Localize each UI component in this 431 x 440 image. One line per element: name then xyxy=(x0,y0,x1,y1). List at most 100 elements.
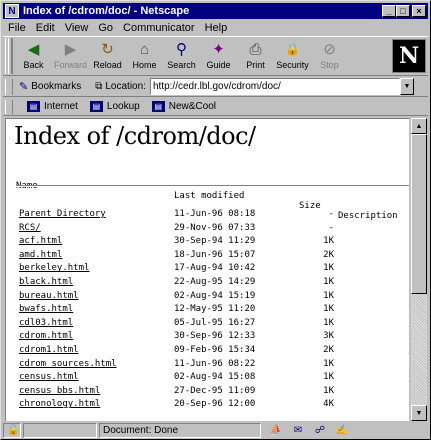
menu-go[interactable]: Go xyxy=(93,22,118,34)
netscape-app-icon[interactable]: N xyxy=(5,4,19,18)
menu-help[interactable]: Help xyxy=(200,22,233,34)
file-size: 1K xyxy=(323,385,334,396)
toolbar-grip[interactable] xyxy=(5,38,13,74)
modified-date: 22-Aug-95 14:29 xyxy=(174,276,256,287)
file-size: 4K xyxy=(323,399,334,410)
back-icon: ◀ xyxy=(27,41,40,58)
file-size: 1K xyxy=(323,263,334,274)
page-proxy-icon[interactable]: ⧉ xyxy=(95,81,102,92)
file-link[interactable]: black.html xyxy=(19,277,73,287)
navigator-icon[interactable]: ⛵ xyxy=(267,424,285,437)
back-button[interactable]: ◀ Back xyxy=(15,37,52,75)
reload-button[interactable]: ↻ Reload xyxy=(89,37,126,75)
title-bar[interactable]: N Index of /cdrom/doc/ - Netscape _ □ × xyxy=(3,3,428,19)
file-link[interactable]: bureau.html xyxy=(19,291,79,301)
menu-file[interactable]: File xyxy=(3,22,31,34)
menu-communicator[interactable]: Communicator xyxy=(118,22,200,34)
url-input[interactable] xyxy=(149,78,400,95)
location-toolbar-grip[interactable] xyxy=(5,78,13,95)
modified-date: 12-May-95 11:20 xyxy=(174,304,256,315)
mail-icon[interactable]: ✉ xyxy=(289,424,307,437)
netscape-logo[interactable]: N xyxy=(392,39,426,73)
file-link[interactable]: Parent Directory xyxy=(19,209,106,219)
listing-row: chronology.html 20-Sep-96 12:00 4K xyxy=(6,399,409,413)
file-size: 1K xyxy=(323,372,334,383)
personal-item-lookup[interactable]: ▤ Lookup xyxy=(89,101,140,112)
menu-edit[interactable]: Edit xyxy=(31,22,60,34)
listing-row: bureau.html 02-Aug-94 15:19 1K xyxy=(6,291,409,305)
column-header-modified: Last modified xyxy=(174,191,245,201)
window-title: Index of /cdrom/doc/ - Netscape xyxy=(23,5,190,17)
security-status-icon[interactable]: 🔓 xyxy=(3,423,21,438)
home-icon: ⌂ xyxy=(139,40,150,58)
modified-date: 11-Jun-96 08:18 xyxy=(174,209,256,219)
close-button[interactable]: × xyxy=(412,5,426,17)
home-button[interactable]: ⌂ Home xyxy=(126,37,163,75)
status-bar: 🔓 Document: Done ⛵ ✉ ☍ ✍ xyxy=(3,422,428,439)
file-size: 1K xyxy=(323,236,334,247)
browser-window: N Index of /cdrom/doc/ - Netscape _ □ × … xyxy=(0,0,431,440)
scroll-thumb[interactable] xyxy=(411,134,427,294)
folder-icon: ▤ xyxy=(151,101,165,112)
file-link[interactable]: chronology.html xyxy=(19,399,100,409)
search-icon: ⚲ xyxy=(176,41,187,58)
progress-area xyxy=(23,423,97,438)
header-divider xyxy=(16,185,409,187)
folder-icon: ▤ xyxy=(89,101,103,112)
scroll-down-button[interactable]: ▼ xyxy=(411,405,427,421)
print-icon: ⎙ xyxy=(249,40,262,58)
vertical-scrollbar[interactable]: ▲ ▼ xyxy=(411,118,427,421)
file-link[interactable]: cdrom.html xyxy=(19,331,73,341)
location-label: ⧉ Location: xyxy=(95,81,146,92)
file-link[interactable]: cdl03.html xyxy=(19,318,73,328)
listing-row: Parent Directory 11-Jun-96 08:18 - xyxy=(6,209,409,223)
print-button[interactable]: ⎙ Print xyxy=(237,37,274,75)
file-link[interactable]: RCS/ xyxy=(19,223,41,233)
status-text: Document: Done xyxy=(99,423,261,438)
modified-date: 30-Sep-94 11:29 xyxy=(174,236,256,247)
modified-date: 30-Sep-96 12:33 xyxy=(174,331,256,342)
personal-toolbar-grip[interactable] xyxy=(5,99,13,114)
lock-icon: 🔒 xyxy=(285,42,300,56)
composer-icon[interactable]: ✍ xyxy=(333,424,351,437)
personal-item-new-and-cool[interactable]: ▤ New&Cool xyxy=(151,101,216,112)
file-link[interactable]: acf.html xyxy=(19,236,62,246)
file-link[interactable]: cdrom1.html xyxy=(19,345,79,355)
modified-date: 27-Dec-95 11:09 xyxy=(174,385,256,396)
security-button[interactable]: 🔒 Security xyxy=(274,37,311,75)
file-link[interactable]: bwafs.html xyxy=(19,304,73,314)
file-size: 1K xyxy=(323,304,334,315)
bookmarks-button[interactable]: ✎ Bookmarks xyxy=(19,80,81,93)
listing-row: acf.html 30-Sep-94 11:29 1K xyxy=(6,236,409,250)
file-size: - xyxy=(328,222,334,233)
search-button[interactable]: ⚲ Search xyxy=(163,37,200,75)
file-link[interactable]: berkeley.html xyxy=(19,263,89,273)
modified-date: 20-Sep-96 12:00 xyxy=(174,399,256,410)
minimize-button[interactable]: _ xyxy=(382,5,396,17)
discussion-icon[interactable]: ☍ xyxy=(311,424,329,437)
url-history-dropdown[interactable]: ▼ xyxy=(399,78,414,95)
file-link[interactable]: amd.html xyxy=(19,250,62,260)
file-link[interactable]: census_bbs.html xyxy=(19,386,100,396)
file-listing: Parent Directory 11-Jun-96 08:18- RCS/29-N… xyxy=(6,209,409,413)
file-link[interactable]: census.html xyxy=(19,372,79,382)
listing-row: census.html 02-Aug-94 15:08 1K xyxy=(6,372,409,386)
menu-view[interactable]: View xyxy=(60,22,94,34)
bookmarks-icon: ✎ xyxy=(19,81,29,93)
stop-button[interactable]: ⊘ Stop xyxy=(311,37,348,75)
scroll-up-button[interactable]: ▲ xyxy=(411,118,427,134)
maximize-button[interactable]: □ xyxy=(396,5,410,17)
menu-bar: File Edit View Go Communicator Help xyxy=(3,20,428,36)
guide-button[interactable]: ✦ Guide xyxy=(200,37,237,75)
listing-row: amd.html 18-Jun-96 15:07 2K xyxy=(6,250,409,264)
file-link[interactable]: cdrom_sources.html xyxy=(19,359,117,369)
file-size: 1K xyxy=(323,358,334,369)
forward-icon: ▶ xyxy=(64,41,77,58)
personal-item-internet[interactable]: ▤ Internet xyxy=(27,101,78,112)
listing-row: census_bbs.html 27-Dec-95 11:09 1K xyxy=(6,386,409,400)
file-size: 2K xyxy=(323,344,334,355)
personal-toolbar: ▤ Internet ▤ Lookup ▤ New&Cool xyxy=(3,98,428,116)
modified-date: 11-Jun-96 08:22 xyxy=(174,358,256,369)
forward-button[interactable]: ▶ Forward xyxy=(52,37,89,75)
folder-icon: ▤ xyxy=(27,101,40,112)
